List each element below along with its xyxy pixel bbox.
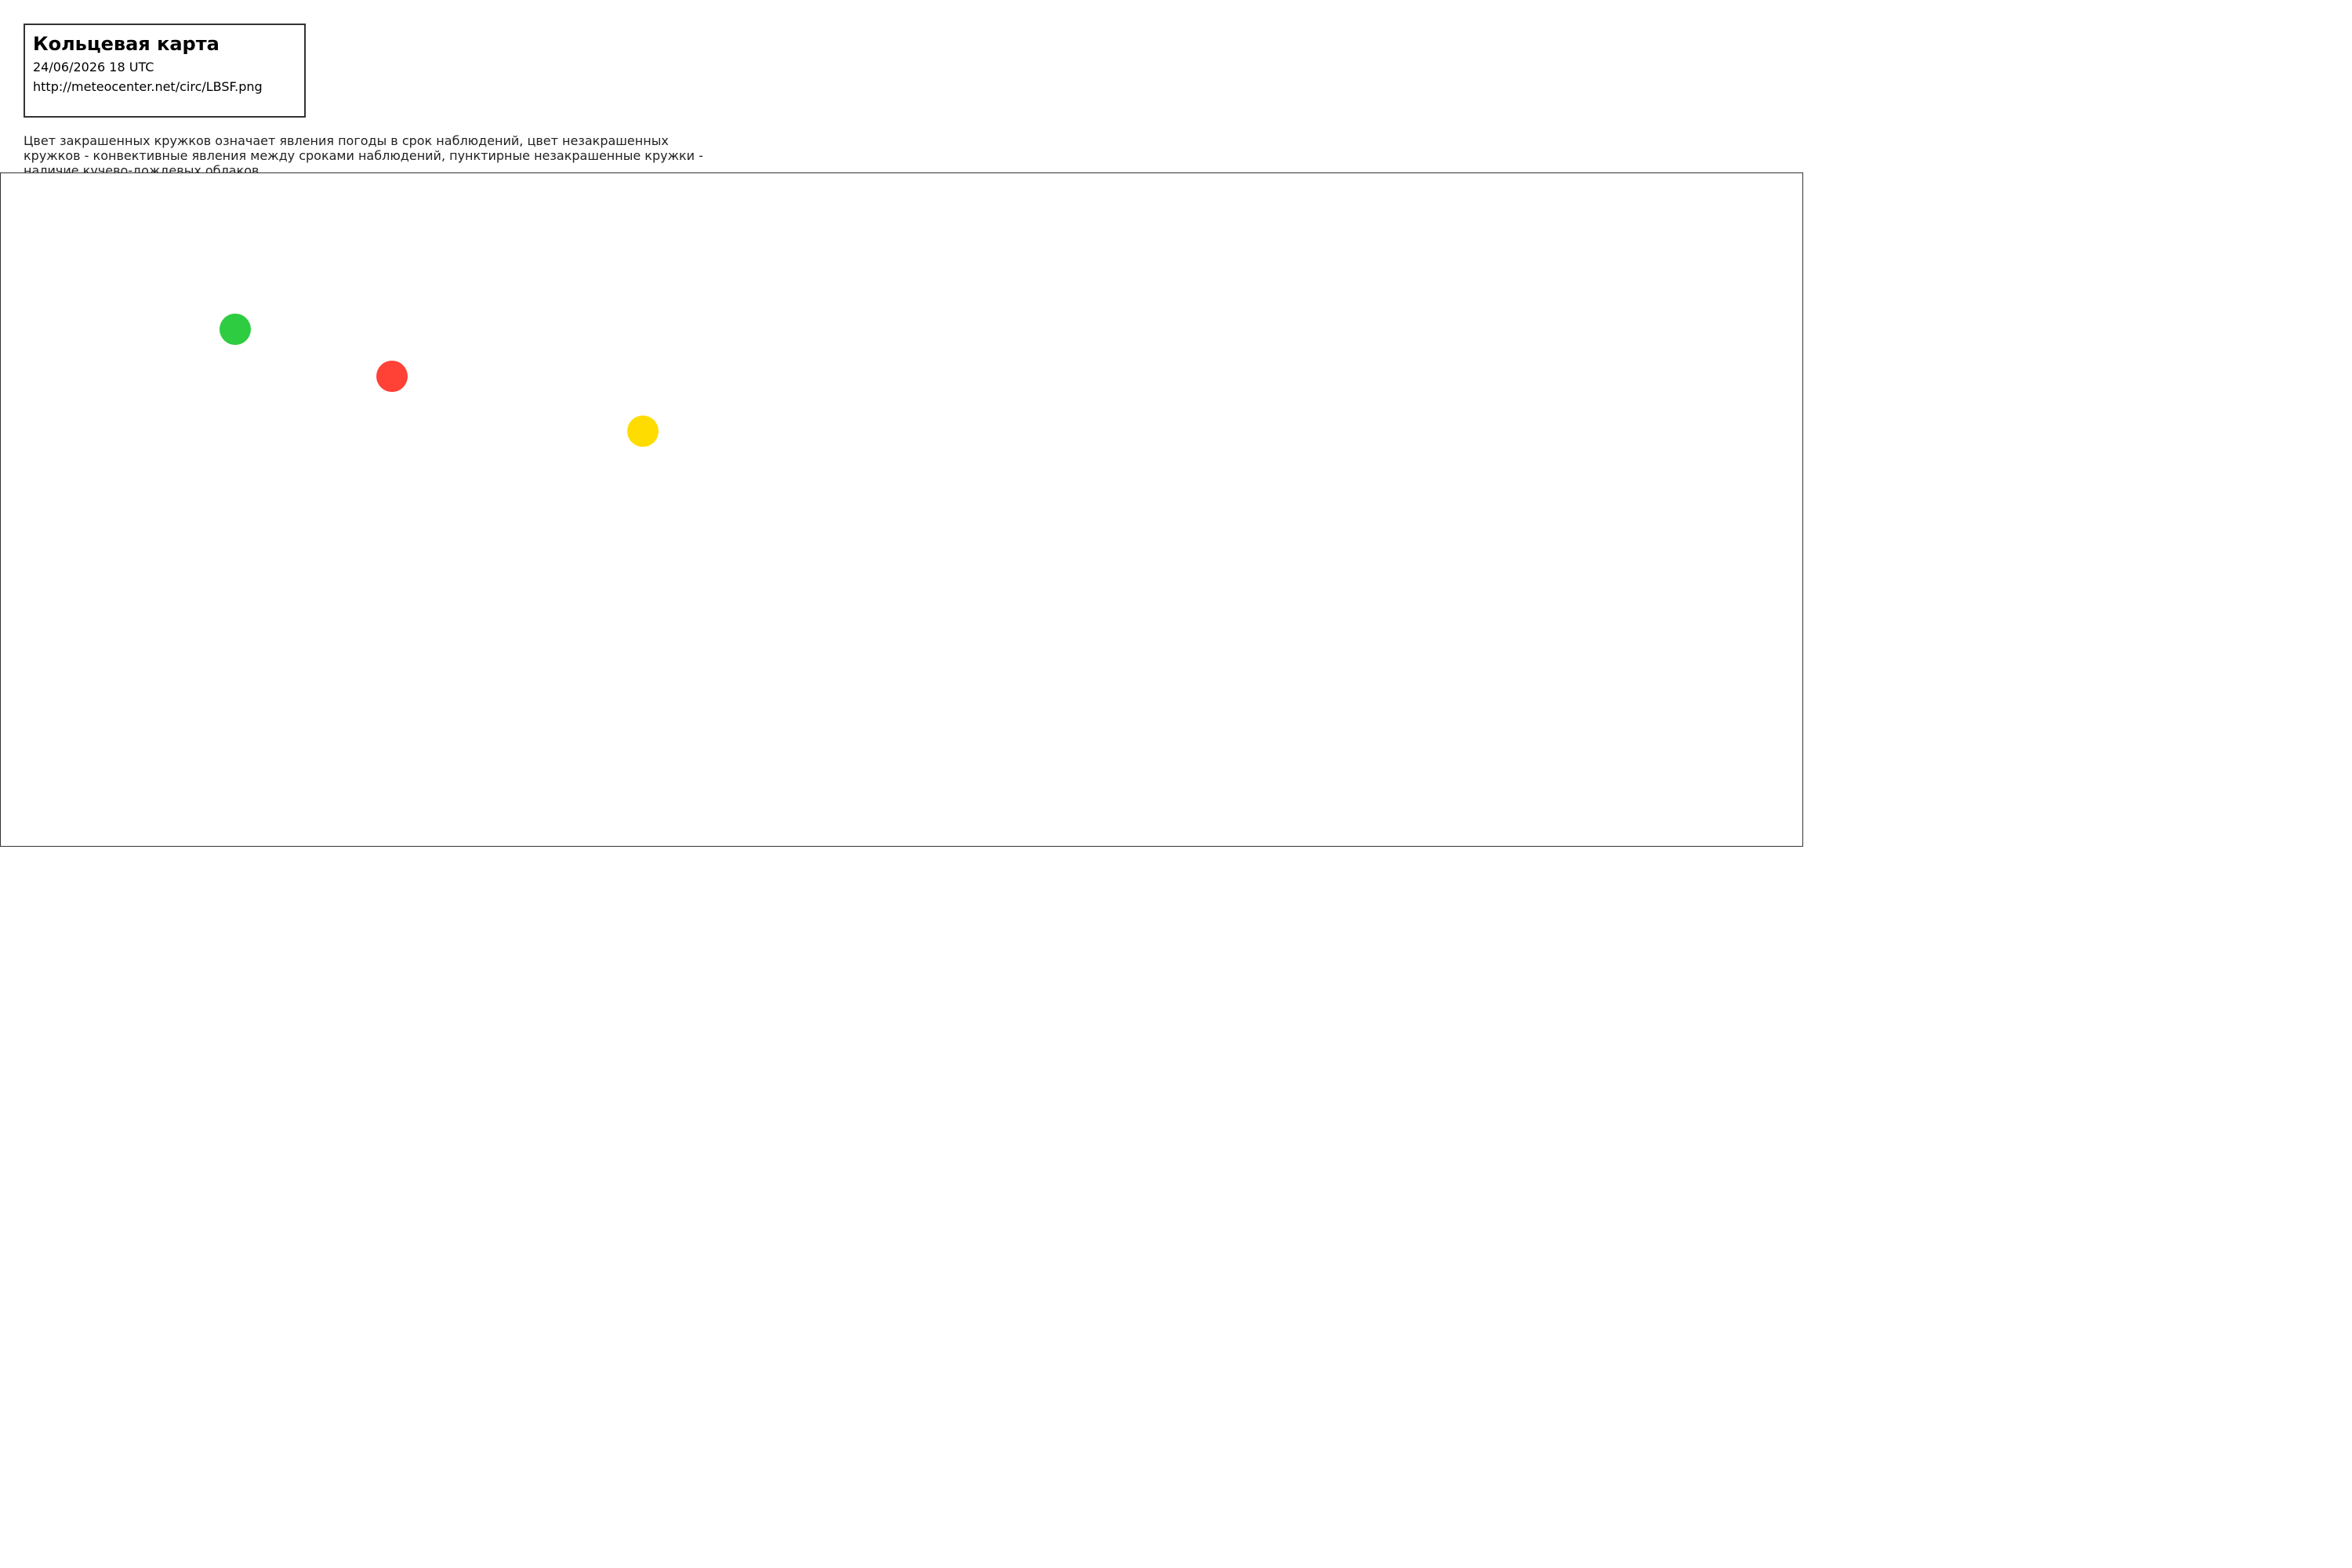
legend-box: Кольцевая карта 24/06/2026 18 UTC http:/… — [24, 24, 306, 118]
station-marker — [627, 416, 659, 447]
station-marker — [376, 361, 408, 392]
map-subtitle: 24/06/2026 18 UTC — [33, 60, 154, 74]
station-marker — [220, 314, 251, 345]
map-canvas — [0, 172, 1803, 847]
map-title: Кольцевая карта — [33, 33, 220, 55]
map-page: Кольцевая карта 24/06/2026 18 UTC http:/… — [0, 0, 1803, 862]
map-source: http://meteocenter.net/circ/LBSF.png — [33, 79, 263, 94]
legend-caption: Цвет закрашенных кружков означает явлени… — [24, 133, 703, 178]
